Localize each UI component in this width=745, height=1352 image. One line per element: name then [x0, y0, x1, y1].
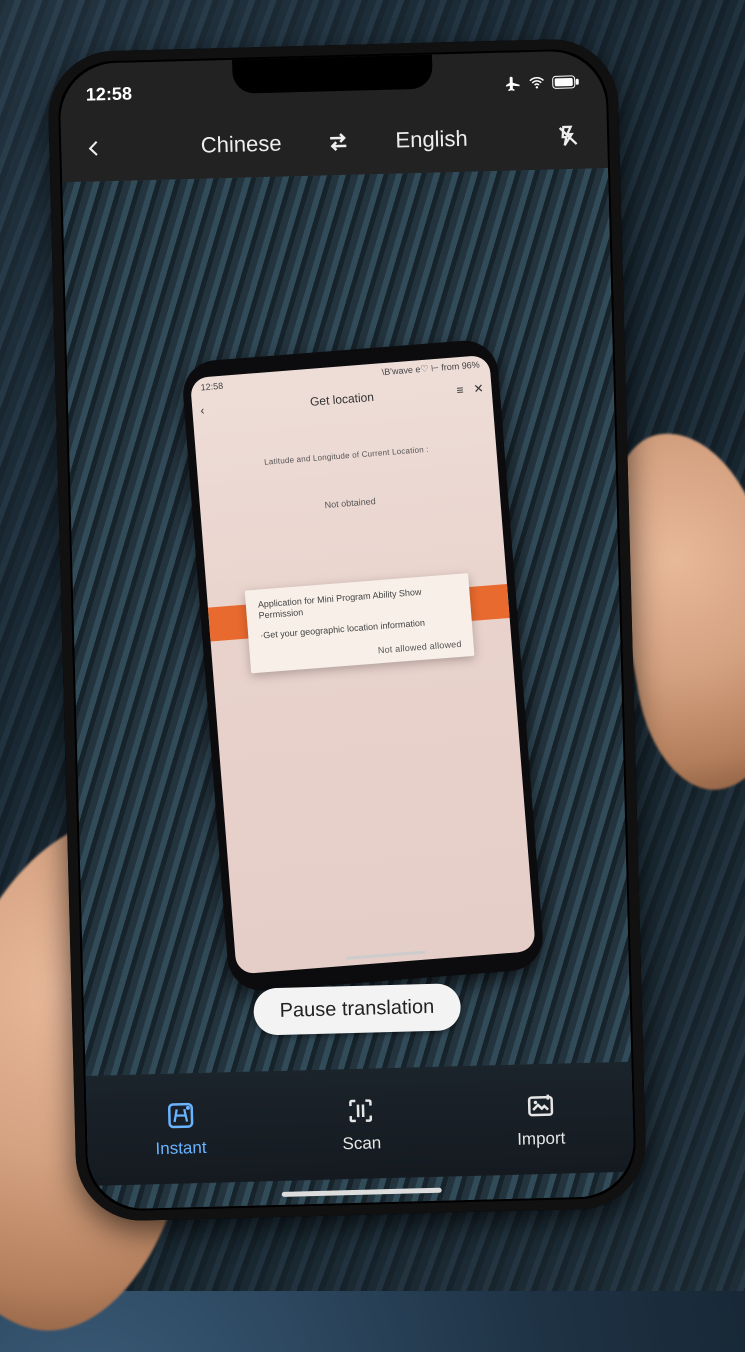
- tab-import[interactable]: Import: [516, 1088, 566, 1149]
- outer-phone-frame: 12:58 Chinese: [47, 38, 647, 1223]
- inner-header-title: Get location: [310, 390, 375, 409]
- swap-languages-button[interactable]: [321, 125, 356, 160]
- instant-icon: [163, 1098, 198, 1133]
- flash-off-button[interactable]: [551, 119, 586, 154]
- tab-instant[interactable]: Instant: [154, 1098, 207, 1159]
- inner-home-indicator: [346, 951, 426, 960]
- bottom-tab-bar: Instant Scan Import: [86, 1062, 635, 1186]
- inner-location-label: Latitude and Longitude of Current Locati…: [210, 441, 482, 471]
- phone-notch: [232, 55, 433, 94]
- photo-background: 12:58 Chinese: [0, 0, 745, 1291]
- pause-translation-button[interactable]: Pause translation: [253, 983, 461, 1035]
- wifi-icon: [528, 74, 546, 92]
- inner-permission-dialog: Application for Mini Program Ability Sho…: [245, 573, 475, 673]
- source-language[interactable]: Chinese: [200, 131, 281, 159]
- language-bar: Chinese English: [61, 106, 608, 178]
- status-time: 12:58: [86, 83, 133, 105]
- tab-import-label: Import: [517, 1128, 566, 1149]
- target-language[interactable]: English: [395, 126, 468, 154]
- inner-dialog-actions: Not allowed allowed: [262, 638, 462, 664]
- camera-viewport: 12:58 \B'wave e♡ ⊢ from 96% ‹ Get locati…: [62, 168, 635, 1210]
- inner-phone-frame: 12:58 \B'wave e♡ ⊢ from 96% ‹ Get locati…: [181, 338, 546, 993]
- inner-status-time: 12:58: [200, 380, 223, 392]
- inner-phone-screen: 12:58 \B'wave e♡ ⊢ from 96% ‹ Get locati…: [190, 355, 536, 975]
- tab-scan[interactable]: Scan: [341, 1093, 381, 1154]
- outer-phone-screen: 12:58 Chinese: [59, 50, 635, 1210]
- inner-close-icon: ✕: [473, 381, 484, 396]
- status-icons: [504, 73, 580, 93]
- inner-menu-icon: ≡: [456, 383, 464, 398]
- tab-scan-label: Scan: [342, 1133, 381, 1154]
- scan-icon: [344, 1093, 379, 1128]
- airplane-mode-icon: [504, 74, 522, 92]
- import-icon: [523, 1089, 558, 1124]
- battery-icon: [552, 75, 580, 90]
- tab-instant-label: Instant: [155, 1138, 207, 1159]
- inner-location-status: Not obtained: [214, 487, 486, 518]
- back-button[interactable]: [77, 131, 112, 166]
- inner-back-icon: ‹: [200, 403, 205, 417]
